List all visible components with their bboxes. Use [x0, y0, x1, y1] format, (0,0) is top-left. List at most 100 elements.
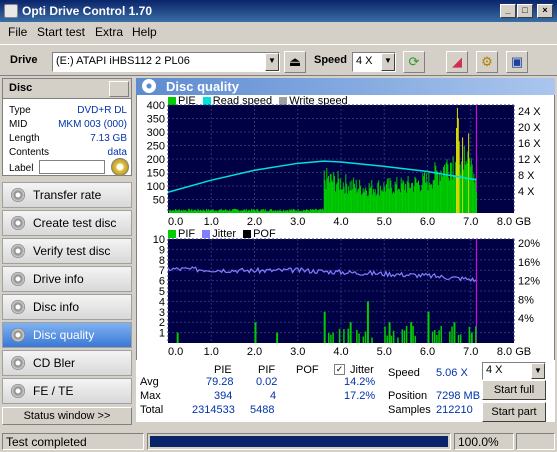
pie-bar	[353, 183, 355, 213]
disc-icon[interactable]	[111, 158, 129, 176]
nav-create-test-disc[interactable]: Create test disc	[2, 210, 132, 236]
pie-bar	[444, 175, 446, 213]
pie-bar	[173, 210, 175, 213]
position-value: 7298 MB	[436, 390, 481, 402]
pie-bar	[352, 189, 354, 213]
close-button[interactable]: ×	[537, 4, 553, 18]
nav-cd-bler[interactable]: CD Bler	[2, 350, 132, 376]
maximize-button[interactable]: □	[517, 4, 533, 18]
pie-bar	[290, 209, 292, 213]
nav-label: Create test disc	[33, 216, 117, 230]
menu-help[interactable]: Help	[132, 25, 157, 39]
pie-bar	[456, 107, 458, 213]
pie-bar	[372, 194, 374, 213]
speed-select[interactable]: 4 X ▼	[352, 52, 396, 72]
pie-bar	[368, 183, 370, 213]
pie-bar	[397, 190, 399, 213]
minimize-button[interactable]: _	[500, 4, 516, 18]
pie-bar	[206, 208, 208, 213]
eraser-icon: ◢	[452, 54, 462, 69]
pie-bar	[404, 189, 406, 213]
save-button[interactable]: ▣	[506, 51, 528, 73]
nav-drive-info[interactable]: Drive info	[2, 266, 132, 292]
pie-bar	[203, 210, 205, 213]
status-window-button[interactable]: Status window >>	[2, 407, 132, 425]
pie-bar	[331, 180, 333, 213]
refresh-button[interactable]: ⟳	[403, 51, 425, 73]
x-tick-label: 3.0	[290, 346, 305, 358]
pie-bar	[308, 211, 310, 213]
x-tick-label: 8.0 GB	[497, 346, 531, 358]
pie-bar	[294, 209, 296, 213]
pie-bar	[374, 189, 376, 213]
pif-bar	[176, 332, 179, 343]
pie-bar	[276, 210, 278, 213]
pie-bar	[249, 210, 251, 213]
start-part-button[interactable]: Start part	[482, 402, 546, 422]
pie-bar	[398, 188, 400, 213]
pie-bar	[469, 166, 471, 213]
pie-bar	[271, 210, 273, 213]
test-speed-value: 4 X	[486, 364, 503, 376]
pie-bar	[202, 209, 204, 213]
pie-bar	[211, 210, 213, 213]
pie-bar	[445, 162, 447, 213]
pie-bar	[462, 169, 464, 213]
settings-button[interactable]: ⚙	[476, 51, 498, 73]
nav-transfer-rate[interactable]: Transfer rate	[2, 182, 132, 208]
pie-bar	[218, 210, 220, 213]
disc-header: Disc	[3, 79, 131, 99]
pie-bar	[213, 211, 215, 213]
pie-bar	[208, 210, 210, 213]
pif-bar	[470, 334, 473, 343]
pie-bar	[287, 210, 289, 213]
progress-bar	[147, 433, 451, 450]
pie-bar	[376, 193, 378, 213]
jitter-checkbox[interactable]: ✓	[334, 364, 345, 375]
pie-bar	[319, 209, 321, 213]
nav-verify-test-disc[interactable]: Verify test disc	[2, 238, 132, 264]
pie-bar	[420, 190, 422, 213]
erase-button[interactable]: ◢	[446, 51, 468, 73]
pie-bar	[302, 211, 304, 213]
pie-bar	[441, 175, 443, 213]
pie-bar	[239, 210, 241, 213]
pie-bar	[263, 209, 265, 213]
menu-start-test[interactable]: Start test	[37, 25, 85, 39]
pie-bar	[326, 167, 328, 213]
stats-avg-pie: 79.28	[206, 376, 234, 388]
disc-header-button[interactable]	[109, 81, 129, 97]
nav-fe-te[interactable]: FE / TE	[2, 378, 132, 404]
pie-bar	[308, 210, 310, 213]
samples-label: Samples	[388, 404, 431, 416]
eject-button[interactable]: ⏏	[284, 51, 306, 73]
pif-bar	[390, 335, 393, 343]
test-speed-select[interactable]: 4 X ▼	[482, 362, 546, 380]
pie-bar	[304, 210, 306, 213]
speed-stat-value: 5.06 X	[436, 367, 468, 379]
disc-label-input[interactable]	[39, 160, 105, 174]
y-right-tick-label: 20%	[518, 238, 540, 250]
pie-bar	[171, 210, 173, 213]
y-right-tick-label: 20 X	[518, 122, 541, 134]
pie-bar	[209, 210, 211, 213]
pie-bar	[229, 209, 231, 213]
stats-max-pif: 4	[270, 390, 277, 402]
pie-bar	[433, 179, 435, 213]
pie-bar	[255, 211, 257, 213]
pie-bar	[321, 209, 323, 213]
drive-select[interactable]: (E:) ATAPI iHBS112 2 PL06 ▼	[52, 52, 280, 72]
nav-disc-quality[interactable]: Disc quality	[2, 322, 132, 348]
start-full-button[interactable]: Start full	[482, 380, 546, 400]
pie-bar	[384, 186, 386, 213]
pie-bar	[330, 173, 332, 213]
disc-label-label: Label	[9, 163, 34, 174]
nav-disc-info[interactable]: Disc info	[2, 294, 132, 320]
pie-bar	[258, 211, 260, 213]
pie-bar	[373, 192, 375, 213]
menu-file[interactable]: File	[8, 25, 27, 39]
menu-extra[interactable]: Extra	[95, 25, 123, 39]
toolbar: Drive (E:) ATAPI iHBS112 2 PL06 ▼ ⏏ Spee…	[0, 44, 557, 76]
pie-bar	[419, 191, 421, 213]
stats-total-label: Total	[140, 404, 164, 416]
